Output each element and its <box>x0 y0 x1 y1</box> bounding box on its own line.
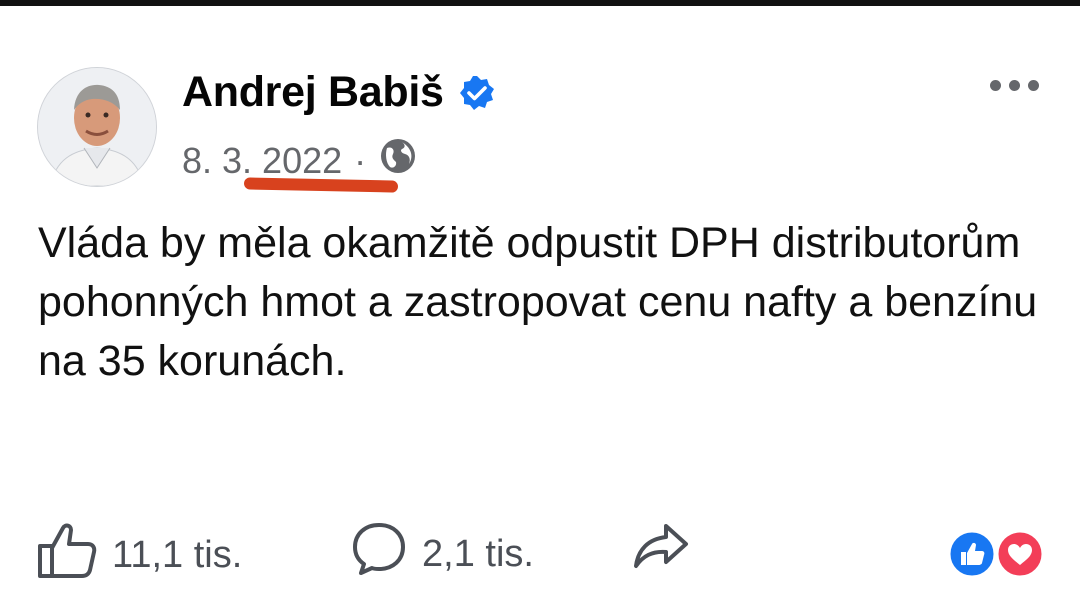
top-edge-bar <box>0 0 1080 6</box>
post-text: Vláda by měla okamžitě odpustit DPH dist… <box>38 219 1038 385</box>
share-button[interactable] <box>632 520 690 582</box>
thumbs-up-icon <box>36 520 98 590</box>
comment-count: 2,1 tis. <box>422 532 534 575</box>
like-button[interactable]: 11,1 tis. <box>36 520 242 590</box>
meta-separator: · <box>354 139 367 181</box>
more-options-icon[interactable] <box>990 70 1050 100</box>
like-count: 11,1 tis. <box>112 533 243 576</box>
globe-icon <box>378 136 418 185</box>
avatar[interactable] <box>38 68 156 186</box>
author-name[interactable]: Andrej Babiš <box>182 68 444 117</box>
share-arrow-icon <box>632 520 690 582</box>
like-reaction-icon <box>947 529 997 579</box>
comment-bubble-icon <box>350 520 408 588</box>
author-name-row: Andrej Babiš <box>182 68 496 117</box>
verified-badge-icon <box>458 74 496 112</box>
reaction-icons[interactable] <box>944 528 1048 580</box>
avatar-image <box>38 68 156 186</box>
comment-button[interactable]: 2,1 tis. <box>350 520 534 588</box>
action-bar: 11,1 tis. 2,1 tis. <box>0 520 1080 590</box>
date-underline-annotation <box>243 177 399 193</box>
love-reaction-icon <box>995 529 1045 579</box>
post-date[interactable]: 8. 3. 2022 <box>182 140 342 182</box>
